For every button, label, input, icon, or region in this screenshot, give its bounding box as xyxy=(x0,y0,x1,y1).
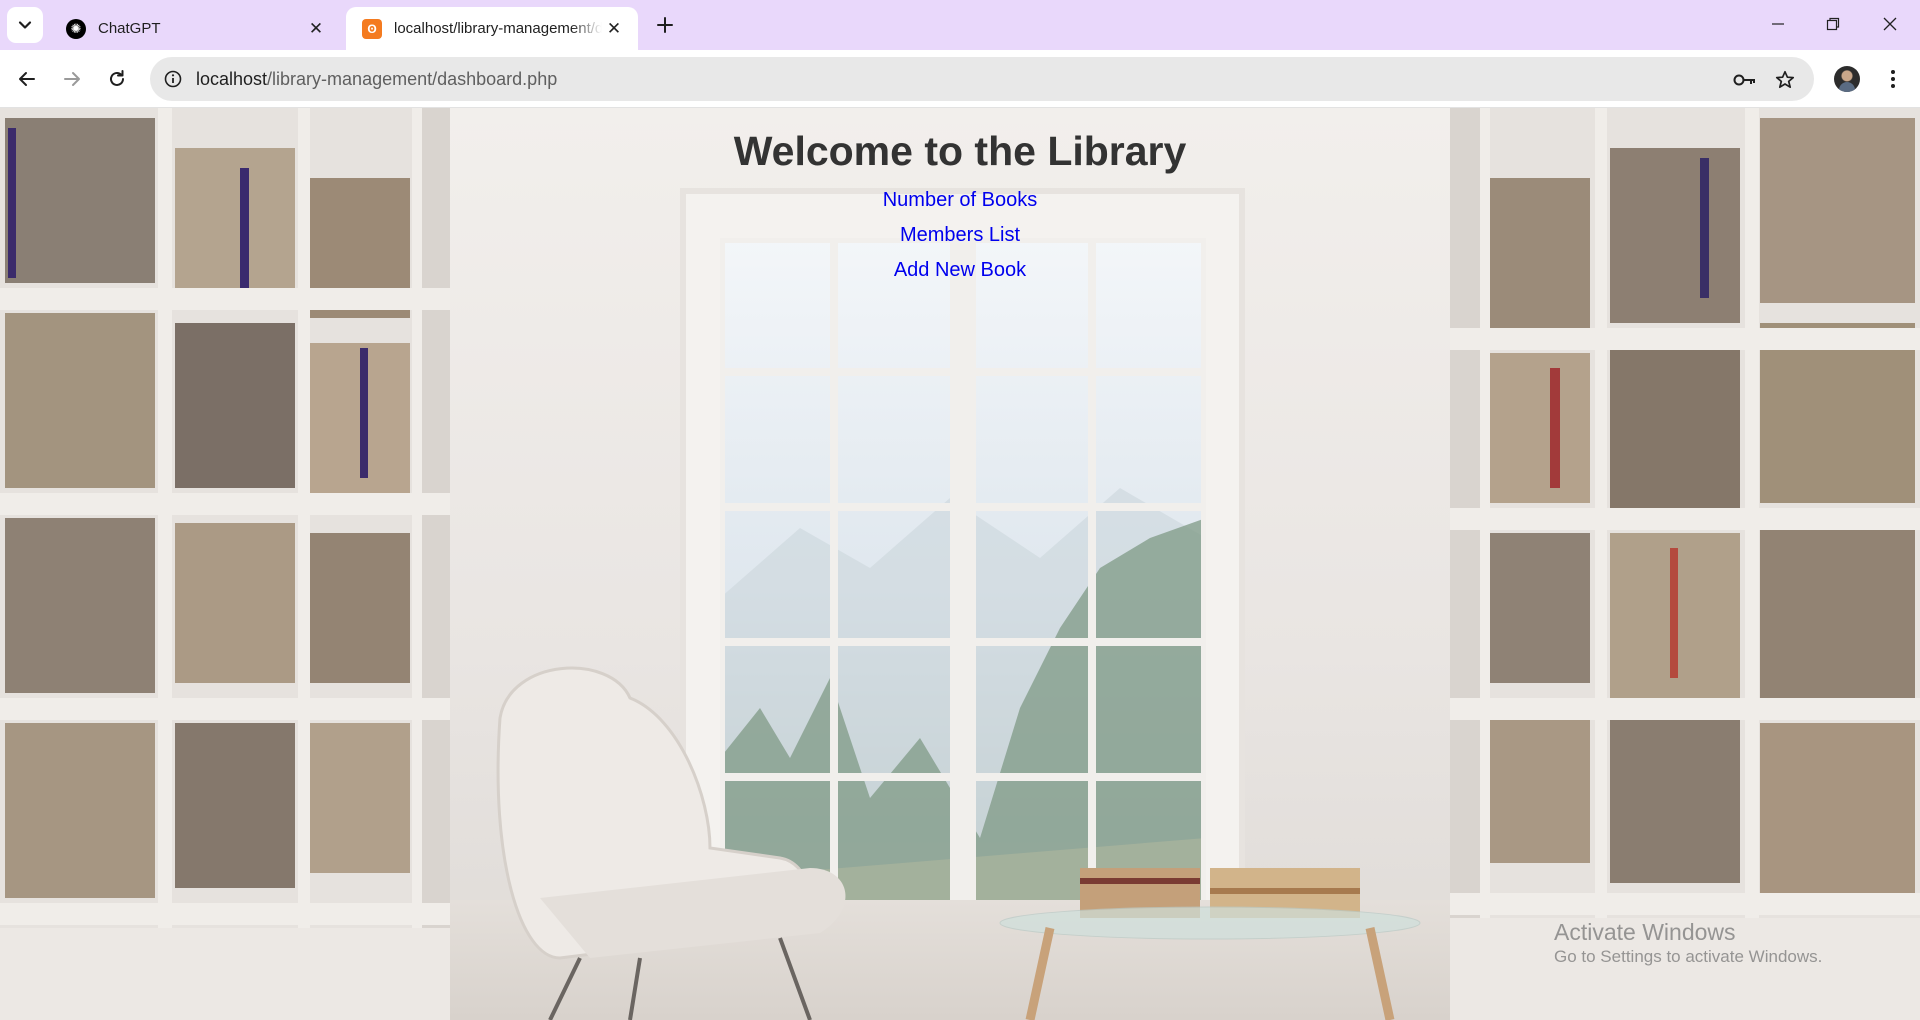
restore-icon xyxy=(1826,17,1840,31)
new-tab-button[interactable] xyxy=(650,10,680,40)
page-title: Welcome to the Library xyxy=(733,128,1187,174)
tab-title: localhost/library-management/dashboard.p… xyxy=(394,20,602,37)
forward-button[interactable] xyxy=(56,63,88,95)
url-text: localhost/library-management/dashboard.p… xyxy=(196,69,557,90)
close-icon[interactable]: ✕ xyxy=(602,17,626,41)
more-vertical-icon xyxy=(1891,70,1895,88)
tab-search-button[interactable] xyxy=(7,7,43,43)
number-of-books-link[interactable]: Number of Books xyxy=(883,189,1038,212)
activate-windows-watermark: Activate Windows Go to Settings to activ… xyxy=(1554,918,1822,968)
watermark-subtitle: Go to Settings to activate Windows. xyxy=(1554,947,1823,966)
watermark-title: Activate Windows xyxy=(1554,919,1736,945)
back-button[interactable] xyxy=(11,63,43,95)
chevron-down-icon xyxy=(18,21,32,29)
arrow-left-icon xyxy=(19,72,35,86)
tab-strip: ✺ ChatGPT ✕ ʘ localhost/library-manageme… xyxy=(0,0,1920,50)
dashboard-nav: Number of Books Members List Add New Boo… xyxy=(0,189,1920,294)
url-path: /library-management/dashboard.php xyxy=(267,68,558,89)
tab-library-dashboard[interactable]: ʘ localhost/library-management/dashboard… xyxy=(346,7,638,50)
star-icon xyxy=(1775,70,1795,89)
close-window-button[interactable] xyxy=(1872,8,1908,40)
site-info-button[interactable] xyxy=(150,70,196,88)
close-icon[interactable]: ✕ xyxy=(304,17,328,41)
minimize-icon xyxy=(1772,23,1784,25)
arrow-right-icon xyxy=(64,72,80,86)
password-key-button[interactable] xyxy=(1732,67,1758,93)
members-list-link[interactable]: Members List xyxy=(900,224,1020,247)
browser-toolbar: localhost/library-management/dashboard.p… xyxy=(0,50,1920,108)
info-icon xyxy=(164,70,182,88)
bookmark-button[interactable] xyxy=(1772,67,1798,93)
tab-chatgpt[interactable]: ✺ ChatGPT ✕ xyxy=(50,7,340,50)
xampp-icon: ʘ xyxy=(362,18,382,39)
dashboard: Welcome to the Library Number of Books M… xyxy=(0,108,1920,294)
page-viewport: Welcome to the Library Number of Books M… xyxy=(0,108,1920,1020)
close-icon xyxy=(1883,17,1897,31)
url-host: localhost xyxy=(196,68,268,89)
reload-icon xyxy=(110,70,124,86)
tab-title: ChatGPT xyxy=(98,20,161,37)
chatgpt-icon: ✺ xyxy=(66,18,86,39)
minimize-button[interactable] xyxy=(1760,8,1796,40)
reload-button[interactable] xyxy=(101,63,133,95)
key-icon xyxy=(1733,74,1755,86)
restore-button[interactable] xyxy=(1815,8,1851,40)
address-bar[interactable]: localhost/library-management/dashboard.p… xyxy=(150,57,1814,101)
profile-avatar[interactable] xyxy=(1834,66,1860,92)
browser-menu-button[interactable] xyxy=(1877,63,1909,95)
add-new-book-link[interactable]: Add New Book xyxy=(894,259,1026,282)
plus-icon xyxy=(657,17,673,33)
